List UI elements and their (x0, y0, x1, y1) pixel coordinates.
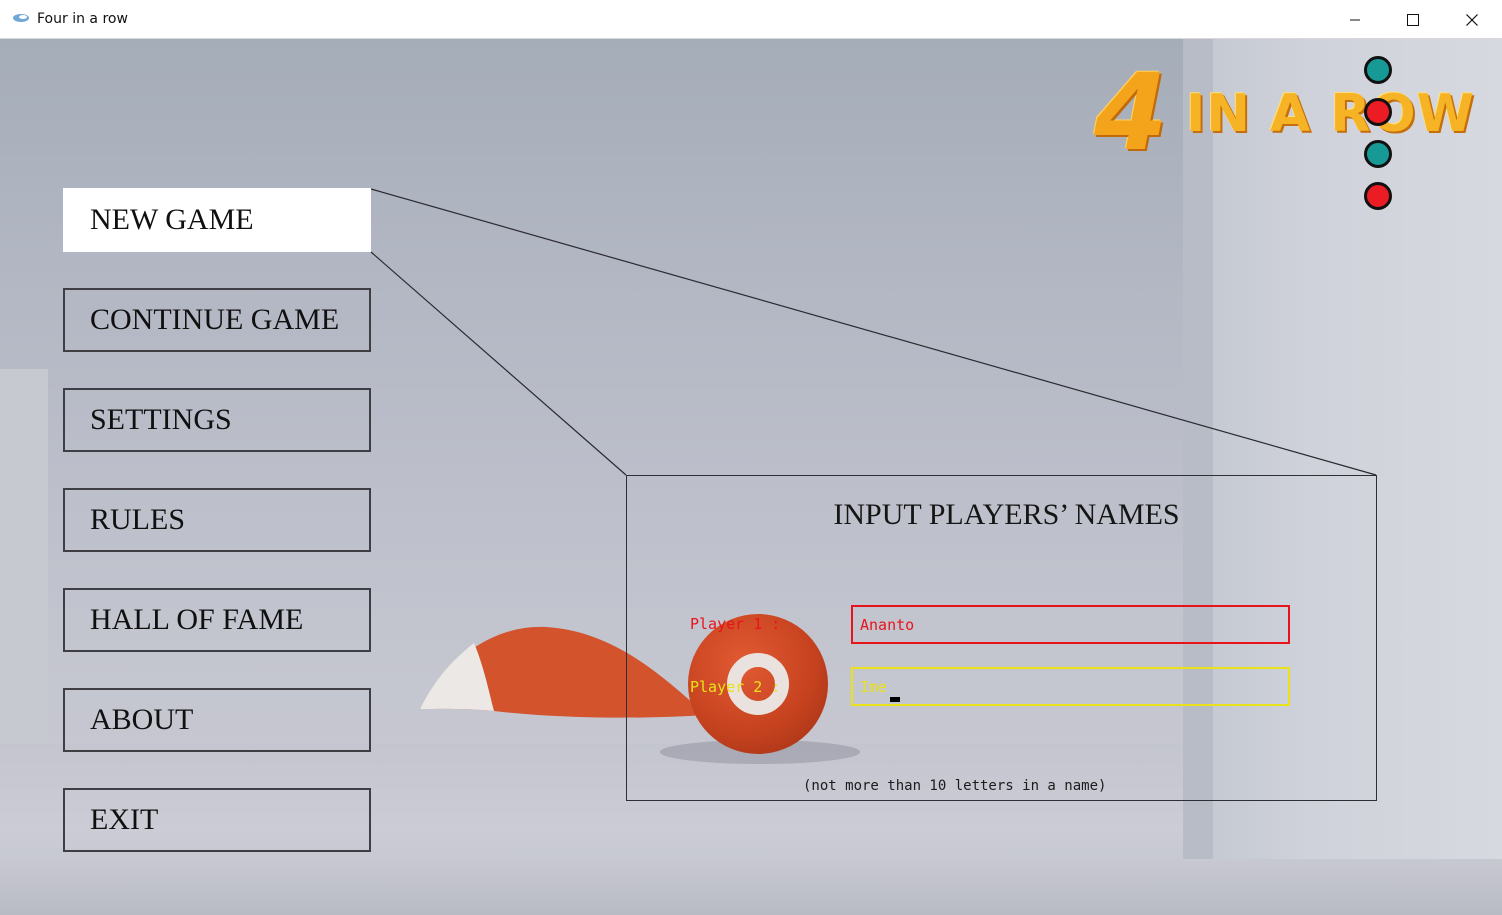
player1-name-input[interactable]: Ananto (851, 605, 1290, 644)
menu-hall-of-fame-button[interactable]: HALL OF FAME (63, 588, 371, 652)
menu-button-label: HALL OF FAME (90, 603, 304, 636)
menu-button-label: NEW GAME (90, 203, 254, 236)
text-caret (890, 697, 900, 702)
menu-exit-button[interactable]: EXIT (63, 788, 371, 852)
menu-continue-game-button[interactable]: CONTINUE GAME (63, 288, 371, 352)
name-length-hint: (not more than 10 letters in a name) (803, 778, 1107, 794)
menu-button-label: EXIT (90, 803, 159, 836)
player1-label: Player 1 : (690, 615, 781, 633)
menu-button-label: CONTINUE GAME (90, 303, 340, 336)
player2-name-input[interactable]: Ime (851, 667, 1290, 706)
menu-rules-button[interactable]: RULES (63, 488, 371, 552)
dialog-title: INPUT PLAYERS’ NAMES (833, 498, 1180, 531)
menu-settings-button[interactable]: SETTINGS (63, 388, 371, 452)
menu-button-label: RULES (90, 503, 186, 536)
menu-button-label: SETTINGS (90, 403, 232, 436)
menu-new-game-button[interactable]: NEW GAME (63, 188, 371, 252)
menu-button-label: ABOUT (90, 703, 194, 736)
player-names-dialog: INPUT PLAYERS’ NAMES Player 1 : Ananto P… (626, 475, 1377, 801)
player2-name-value: Ime (860, 677, 888, 696)
menu-about-button[interactable]: ABOUT (63, 688, 371, 752)
player1-name-value: Ananto (860, 615, 915, 634)
player2-label: Player 2 : (690, 678, 781, 696)
